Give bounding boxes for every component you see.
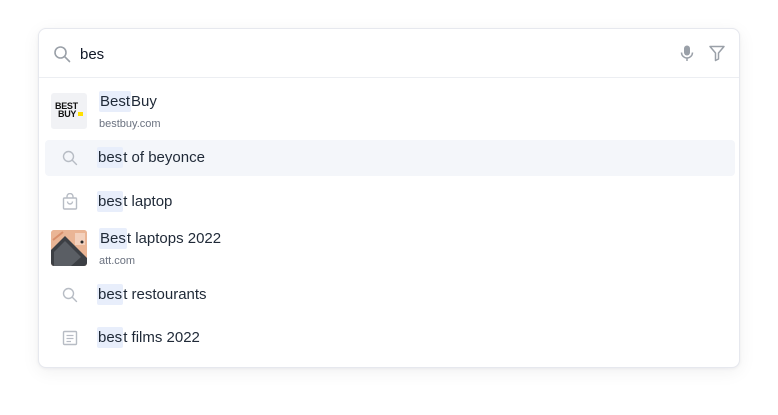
result-title: best restourants xyxy=(97,284,207,305)
result-title: best laptop xyxy=(97,191,173,212)
result-row-att[interactable]: Best laptops 2022 att.com xyxy=(45,225,735,273)
search-input[interactable] xyxy=(80,42,640,66)
laptop-photo-thumbnail xyxy=(51,230,87,266)
microphone-icon[interactable] xyxy=(677,43,697,63)
shopping-bag-icon xyxy=(62,193,78,210)
result-title: Best laptops 2022 xyxy=(99,228,222,249)
result-domain: att.com xyxy=(99,255,136,267)
result-domain: bestbuy.com xyxy=(99,118,161,130)
laptop-photo-icon xyxy=(51,230,87,266)
search-icon xyxy=(62,287,78,303)
result-row-shopping[interactable]: best laptop xyxy=(45,184,735,220)
result-title: best films 2022 xyxy=(97,327,200,348)
result-row-suggestion[interactable]: best of beyonce xyxy=(45,140,735,176)
result-title: BestBuy xyxy=(99,91,157,112)
search-bar xyxy=(39,29,739,78)
bestbuy-logo: BEST BUY xyxy=(51,93,87,129)
result-row-suggestion[interactable]: best restourants xyxy=(45,277,735,313)
result-row-document[interactable]: best films 2022 xyxy=(45,320,735,356)
result-title: best of beyonce xyxy=(97,147,205,168)
search-icon xyxy=(54,46,71,63)
search-icon xyxy=(62,150,78,166)
search-panel: BEST BUY BestBuy bestbuy.com best of bey… xyxy=(38,28,740,368)
document-icon xyxy=(62,330,78,346)
bestbuy-tag-icon xyxy=(78,112,83,116)
result-row-bestbuy[interactable]: BEST BUY BestBuy bestbuy.com xyxy=(45,87,735,135)
filter-icon[interactable] xyxy=(707,43,727,63)
